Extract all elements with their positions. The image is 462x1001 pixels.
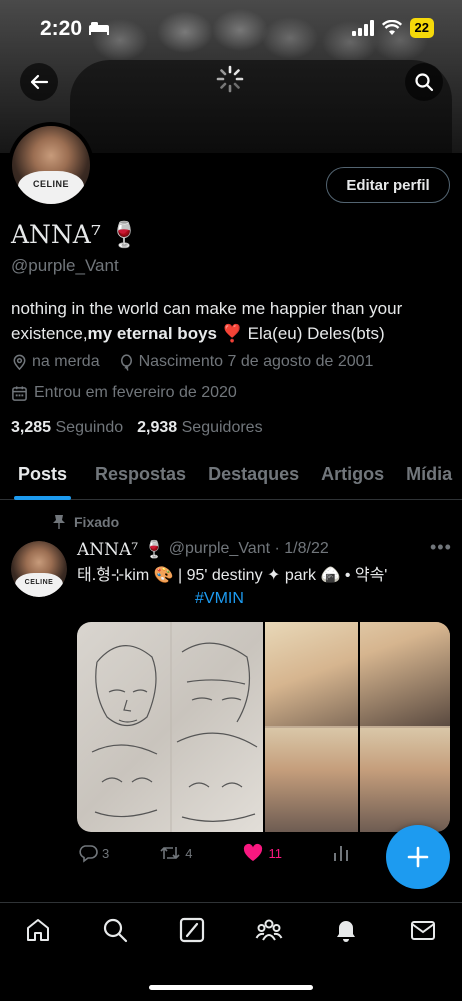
post-hashtag[interactable]: #VMIN — [195, 590, 244, 608]
tab-media[interactable]: Mídia — [395, 452, 462, 499]
photo-divider — [357, 622, 360, 832]
compose-button[interactable] — [386, 825, 450, 889]
profile-avatar[interactable]: CELINE — [8, 122, 94, 208]
status-indicators: 22 — [351, 18, 434, 38]
tab-posts[interactable]: Posts — [0, 452, 72, 500]
following-link[interactable]: 3,285 Seguindo — [11, 419, 123, 437]
profile-meta-row: na merda Nascimento 7 de agosto de 2001 — [11, 353, 373, 371]
heart-icon — [244, 843, 263, 861]
repost-count: 4 — [185, 845, 193, 861]
repost-icon — [160, 847, 180, 859]
status-time: 2:20 — [40, 17, 83, 40]
profile-joined-row: Entrou em fevereiro de 2020 — [11, 384, 237, 402]
follow-stats: 3,285 Seguindo 2,938 Seguidores — [11, 419, 263, 437]
bell-icon[interactable] — [332, 916, 360, 944]
post-author-name[interactable]: ANNA⁷ 🍷 — [77, 540, 165, 560]
post-text: 태.형⊹kim 🎨 | 95' destiny ✦ park 🍙 • 약속' — [77, 567, 388, 584]
pinned-indicator: Fixado — [52, 514, 119, 530]
sleep-focus-icon — [88, 20, 110, 41]
post-header: ANNA⁷ 🍷 @purple_Vant · 1/8/22 — [77, 540, 329, 560]
profile-location: na merda — [32, 353, 100, 370]
post-author-avatar[interactable]: CELINE — [11, 541, 67, 597]
balloon-icon — [120, 353, 132, 371]
post-avatar-photo: CELINE — [11, 541, 67, 597]
battery-level: 22 — [409, 18, 434, 38]
calendar-icon — [12, 385, 27, 401]
post-avatar-shirt-text: CELINE — [15, 573, 63, 597]
avatar-photo: CELINE — [12, 126, 90, 204]
bio-text-end: ❣️ Ela(eu) Deles(bts) — [217, 324, 385, 343]
more-icon[interactable]: ••• — [430, 537, 452, 558]
edit-profile-button[interactable]: Editar perfil — [326, 167, 450, 203]
communities-icon[interactable] — [255, 916, 283, 944]
profile-birthday: Nascimento 7 de agosto de 2001 — [138, 353, 374, 370]
post-image-sketch[interactable] — [77, 622, 263, 832]
post-image-photo[interactable] — [264, 622, 450, 832]
profile-bio: nothing in the world can make me happier… — [11, 296, 451, 346]
post-actions: 3 4 11 — [78, 843, 350, 863]
spinner-icon — [215, 64, 245, 94]
profile-tabs: Posts Respostas Destaques Artigos Mídia — [0, 452, 462, 500]
repost-button[interactable]: 4 — [159, 843, 192, 863]
post-media-grid[interactable] — [77, 622, 450, 832]
tab-articles[interactable]: Artigos — [310, 452, 395, 499]
plus-icon — [407, 846, 429, 868]
grok-icon[interactable] — [178, 916, 206, 944]
tab-highlights[interactable]: Destaques — [197, 452, 310, 499]
profile-joined: Entrou em fevereiro de 2020 — [34, 384, 237, 401]
location-pin-icon — [13, 354, 26, 370]
followers-link[interactable]: 2,938 Seguidores — [137, 419, 262, 437]
home-indicator — [149, 985, 313, 990]
search-button[interactable] — [405, 63, 443, 101]
arrow-left-icon — [30, 74, 49, 90]
reply-button[interactable]: 3 — [78, 843, 109, 863]
wifi-icon — [381, 20, 402, 35]
mail-icon[interactable] — [409, 916, 437, 944]
display-name: ANNA⁷ 🍷 — [11, 220, 140, 249]
following-label: Seguindo — [55, 419, 124, 436]
profile-handle: @purple_Vant — [11, 256, 119, 275]
tab-replies[interactable]: Respostas — [71, 452, 197, 499]
like-button[interactable]: 11 — [242, 843, 282, 863]
post-author-handle[interactable]: @purple_Vant · 1/8/22 — [169, 540, 329, 560]
followers-count: 2,938 — [137, 419, 178, 436]
cellular-signal-icon — [351, 20, 374, 36]
analytics-icon — [333, 846, 348, 861]
home-icon[interactable] — [24, 916, 52, 944]
like-count: 11 — [268, 845, 282, 861]
avatar-shirt-text: CELINE — [18, 171, 84, 204]
reply-count: 3 — [102, 845, 110, 861]
pin-icon — [53, 515, 65, 529]
following-count: 3,285 — [11, 419, 52, 436]
back-button[interactable] — [20, 63, 58, 101]
followers-label: Seguidores — [181, 419, 263, 436]
views-button[interactable] — [332, 843, 350, 863]
explore-search-icon[interactable] — [101, 916, 129, 944]
bio-bold-text: my eternal boys — [87, 324, 217, 343]
pinned-label: Fixado — [74, 514, 120, 530]
banner-photo — [70, 60, 452, 153]
reply-icon — [79, 845, 98, 863]
search-icon — [415, 73, 434, 92]
